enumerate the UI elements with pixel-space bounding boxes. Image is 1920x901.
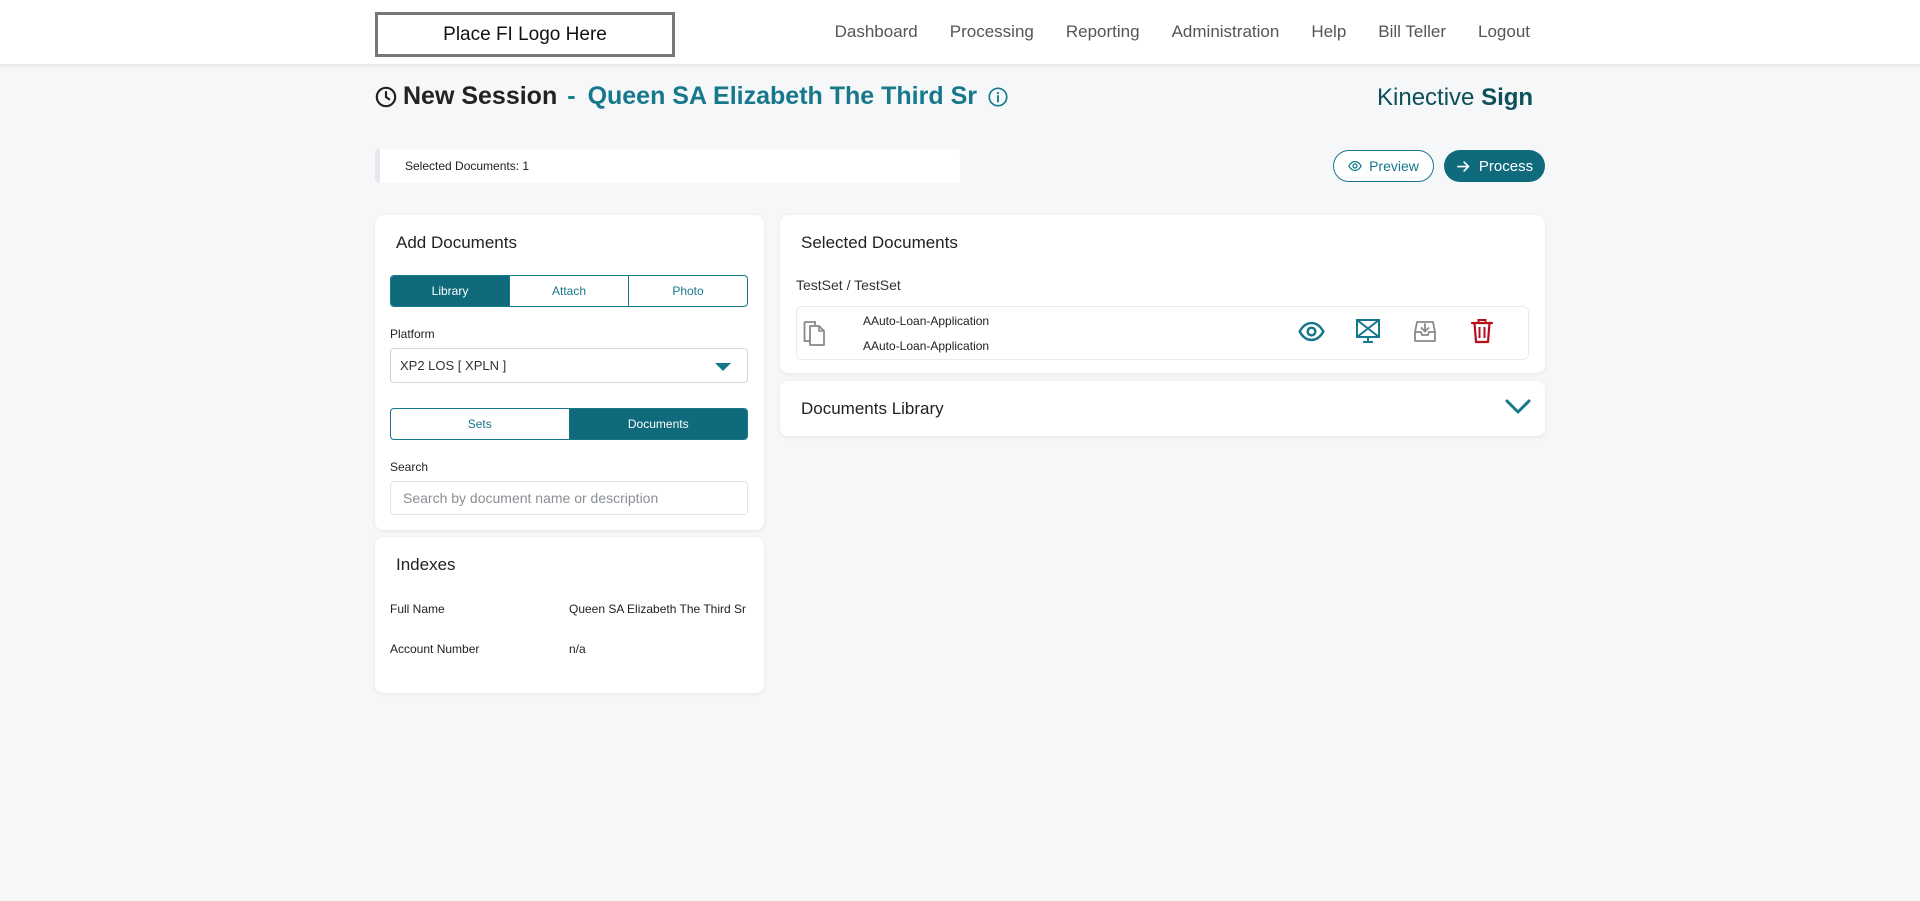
nav-help[interactable]: Help — [1311, 22, 1346, 42]
selected-document-row: AAuto-Loan-Application AAuto-Loan-Applic… — [796, 306, 1529, 360]
document-search-input[interactable] — [390, 481, 748, 515]
product-brand: Kinective Sign — [1377, 84, 1533, 112]
brand-product: Sign — [1481, 84, 1534, 111]
documents-library-title: Documents Library — [801, 399, 944, 418]
indexes-title: Indexes — [396, 555, 456, 574]
index-value-full-name: Queen SA Elizabeth The Third Sr — [569, 602, 746, 616]
tab-documents[interactable]: Documents — [569, 409, 747, 439]
chevron-down-icon — [715, 363, 731, 371]
page-title: New Session — [403, 82, 558, 110]
process-button[interactable]: Process — [1444, 150, 1545, 182]
add-documents-card: Add Documents Library Attach Photo Platf… — [375, 215, 764, 530]
add-documents-title: Add Documents — [396, 233, 517, 252]
tab-attach[interactable]: Attach — [510, 276, 629, 306]
nav-user-menu[interactable]: Bill Teller — [1378, 22, 1446, 42]
nav-logout[interactable]: Logout — [1478, 22, 1530, 42]
tab-library[interactable]: Library — [391, 276, 510, 306]
session-title-row: New Session - Queen SA Elizabeth The Thi… — [375, 82, 1009, 111]
chevron-down-icon[interactable] — [1505, 398, 1531, 416]
selected-count-text: Selected Documents: 1 — [405, 159, 530, 173]
nav-dashboard[interactable]: Dashboard — [835, 22, 918, 42]
view-document-button[interactable] — [1296, 316, 1326, 346]
top-navigation-bar: Place FI Logo Here Dashboard Processing … — [0, 0, 1920, 64]
preview-button[interactable]: Preview — [1333, 150, 1434, 182]
main-nav: Dashboard Processing Reporting Administr… — [835, 0, 1530, 64]
arrow-right-icon — [1456, 160, 1470, 172]
selected-documents-card: Selected Documents TestSet / TestSet AAu… — [780, 215, 1545, 373]
clock-icon — [375, 86, 397, 107]
trash-icon — [1470, 319, 1494, 344]
preview-label: Preview — [1369, 158, 1419, 174]
platform-label: Platform — [390, 327, 435, 341]
eye-icon — [1348, 160, 1362, 172]
eye-icon — [1297, 321, 1325, 341]
documents-copy-icon — [803, 321, 825, 346]
document-name: AAuto-Loan-Application — [863, 314, 990, 328]
tab-sets[interactable]: Sets — [391, 409, 570, 439]
nav-processing[interactable]: Processing — [950, 22, 1034, 42]
no-sign-icon — [1356, 319, 1380, 343]
document-description: AAuto-Loan-Application — [863, 339, 990, 353]
index-label-account-number: Account Number — [390, 642, 480, 656]
indexes-card: Indexes Full Name Queen SA Elizabeth The… — [375, 537, 764, 693]
document-set-path: TestSet / TestSet — [796, 277, 901, 293]
nav-reporting[interactable]: Reporting — [1066, 22, 1140, 42]
download-document-button[interactable] — [1410, 316, 1440, 346]
info-icon[interactable] — [987, 86, 1009, 108]
selected-documents-summary: Selected Documents: 1 — [375, 149, 960, 183]
logo-text: Place FI Logo Here — [443, 23, 607, 45]
index-label-full-name: Full Name — [390, 602, 445, 616]
platform-select[interactable]: XP2 LOS [ XPLN ] — [390, 348, 748, 383]
platform-value: XP2 LOS [ XPLN ] — [400, 358, 507, 373]
tab-photo[interactable]: Photo — [629, 276, 747, 306]
customer-name: Queen SA Elizabeth The Third Sr — [587, 82, 977, 110]
brand-name: Kinective — [1377, 84, 1475, 111]
search-label: Search — [390, 460, 429, 474]
process-label: Process — [1478, 157, 1534, 175]
type-tabs: Sets Documents — [390, 408, 748, 440]
no-sign-required-button[interactable] — [1353, 316, 1383, 346]
fi-logo-placeholder[interactable]: Place FI Logo Here — [375, 12, 675, 57]
selected-documents-title: Selected Documents — [801, 233, 958, 252]
title-separator: - — [567, 82, 576, 110]
documents-library-panel[interactable]: Documents Library — [780, 381, 1545, 436]
remove-document-button[interactable] — [1467, 316, 1497, 346]
source-tabs: Library Attach Photo — [390, 275, 748, 307]
index-value-account-number: n/a — [569, 642, 586, 656]
nav-administration[interactable]: Administration — [1172, 22, 1280, 42]
inbox-download-icon — [1414, 321, 1436, 342]
